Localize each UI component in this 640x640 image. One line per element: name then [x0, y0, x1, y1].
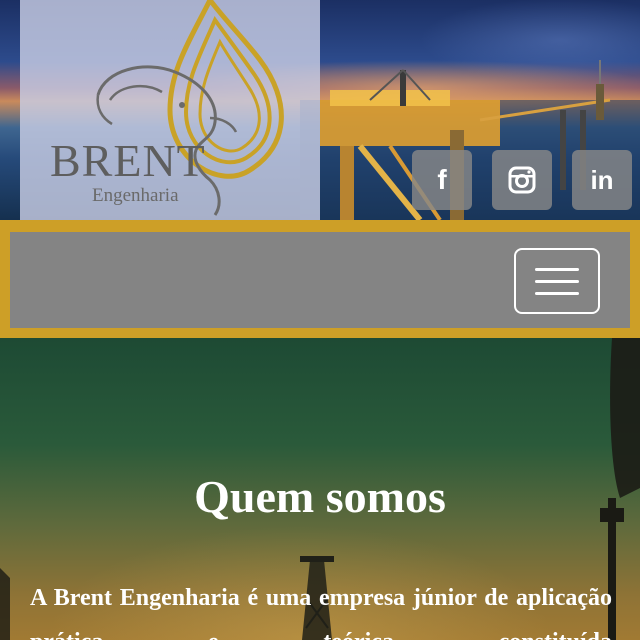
- hamburger-menu-icon: [535, 267, 579, 271]
- brand-subtitle: Engenharia: [92, 185, 179, 206]
- brand-name: BRENT: [50, 135, 206, 186]
- facebook-button[interactable]: f: [412, 150, 472, 210]
- hamburger-menu-button[interactable]: [514, 248, 600, 314]
- instagram-icon: [508, 166, 536, 194]
- site-header: BRENT Engenharia f in: [0, 0, 640, 220]
- logo-panel: BRENT Engenharia: [20, 0, 320, 220]
- navigation-bar-inner: [10, 232, 630, 328]
- navigation-bar: [0, 220, 640, 338]
- section-title: Quem somos: [194, 471, 446, 522]
- instagram-button[interactable]: [492, 150, 552, 210]
- about-paragraph: A Brent Engenharia é uma empresa júnior …: [30, 585, 612, 640]
- linkedin-button[interactable]: in: [572, 150, 632, 210]
- linkedin-icon: in: [590, 164, 614, 195]
- facebook-icon: f: [437, 164, 447, 195]
- brent-logo-emblem: [96, 0, 284, 216]
- hamburger-menu-icon: [535, 291, 579, 295]
- hamburger-menu-icon: [535, 279, 579, 283]
- about-section: Quem somos A Brent Engenharia é uma empr…: [0, 338, 640, 640]
